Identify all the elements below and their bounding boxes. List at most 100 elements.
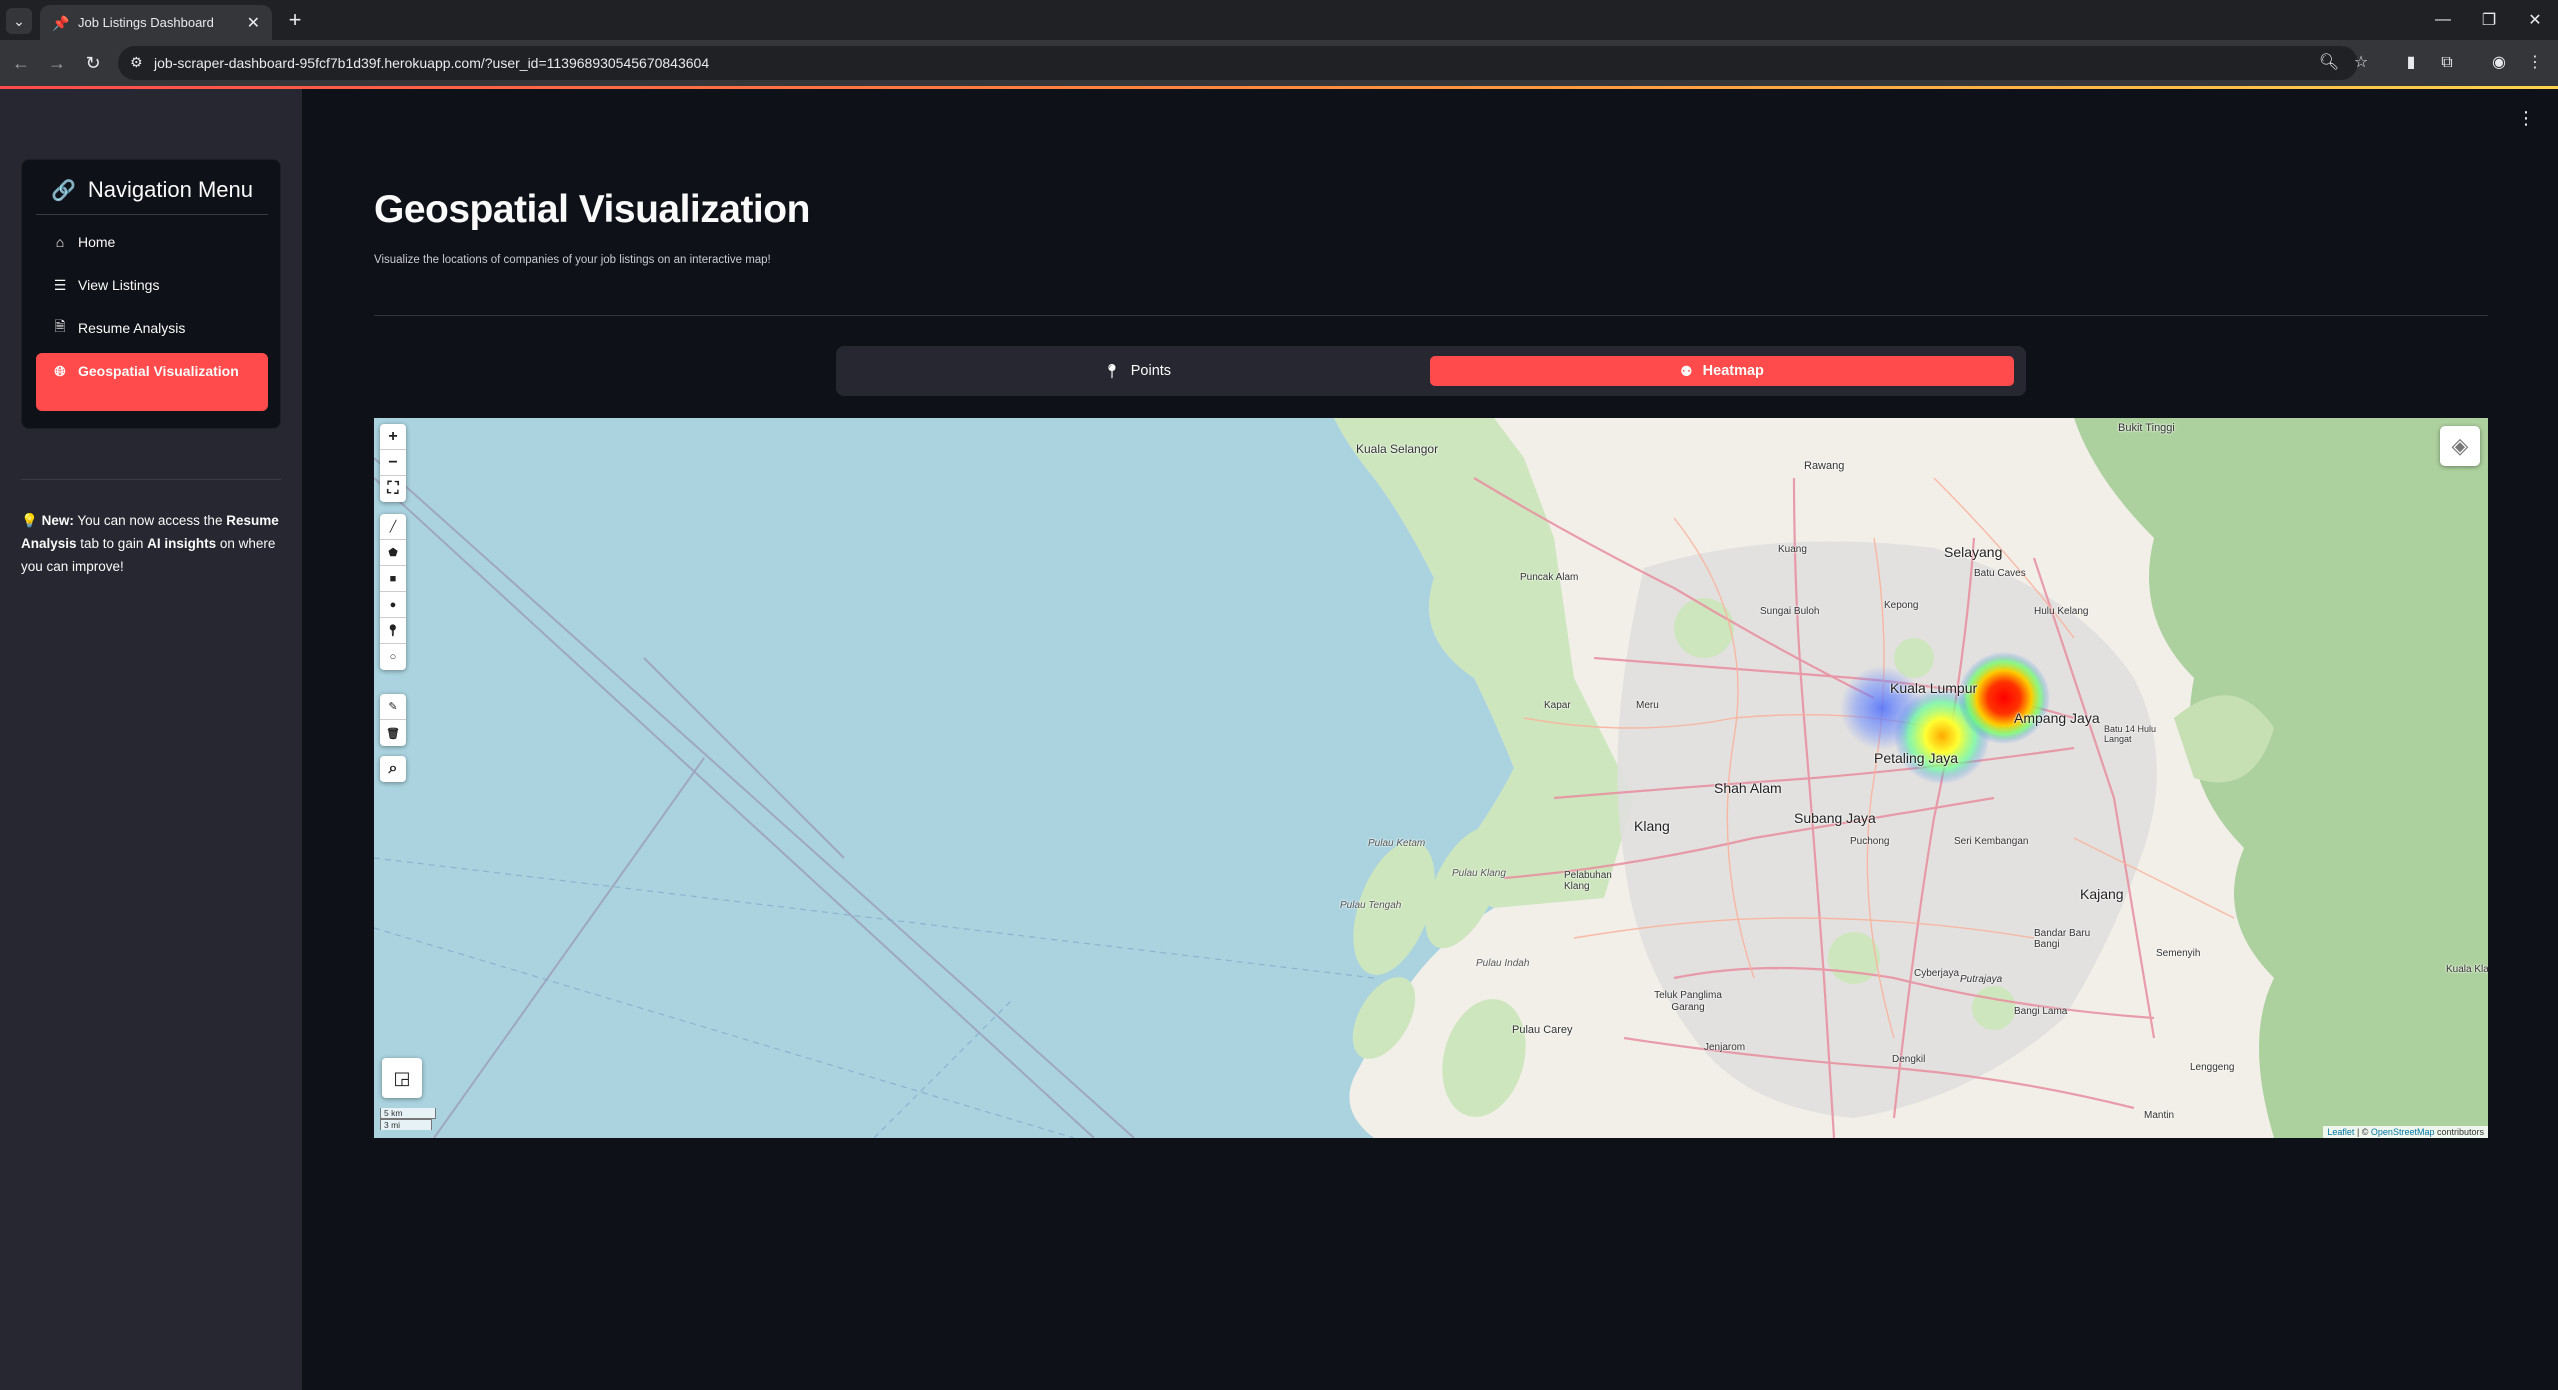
sidebar: 🔗 Navigation Menu ⌂ Home ☰ View Listings… (0, 89, 302, 1390)
reload-icon[interactable]: ↻ (80, 50, 106, 76)
close-window-icon[interactable]: ✕ (2512, 0, 2558, 40)
sidebar-item-view-listings[interactable]: ☰ View Listings (36, 265, 268, 305)
openstreetmap-link[interactable]: OpenStreetMap (2371, 1127, 2435, 1137)
bookmark-star-icon[interactable]: ☆ (2348, 50, 2374, 76)
draw-rectangle-icon[interactable]: ■ (380, 566, 406, 592)
map-label: Klang (1634, 818, 1670, 834)
map-label: Kuang (1778, 544, 1807, 555)
map-label: Shah Alam (1714, 780, 1782, 796)
zoom-in-button[interactable]: + (380, 424, 406, 450)
link-icon: 🔗 (50, 179, 76, 202)
close-tab-icon[interactable]: ✕ (247, 13, 260, 33)
app-menu-icon[interactable]: ⋮ (2516, 108, 2536, 130)
map-label: Subang Jaya (1794, 810, 1876, 826)
tab-title: Job Listings Dashboard (78, 15, 214, 30)
new-tab-icon[interactable]: + (282, 8, 308, 34)
map-label: Hulu Kelang (2034, 606, 2089, 617)
map[interactable]: Kuala Selangor Rawang Bukit Tinggi Selay… (374, 418, 2488, 1138)
map-label: Kajang (2080, 886, 2124, 902)
pin-favicon-icon: 📌 (52, 14, 70, 31)
zoom-icon[interactable]: 🔍︎ (2316, 50, 2342, 76)
map-label: Mantin (2144, 1110, 2175, 1121)
fullscreen-icon[interactable]: ⛶ (380, 476, 406, 502)
minimize-icon[interactable]: — (2420, 0, 2466, 40)
browser-toolbar: ← → ↻ ⚙ job-scraper-dashboard-95fcf7b1d3… (0, 40, 2558, 86)
map-label: Selayang (1944, 544, 2003, 560)
globe-icon: 🌐︎ (54, 363, 66, 379)
draw-toolbar: ╱ ⬟ ■ ● 📍︎ ○ (380, 514, 406, 670)
map-label: Puncak Alam (1520, 572, 1579, 583)
document-icon: 🗎 (54, 318, 66, 334)
geocoder-control: ⌕ (380, 756, 406, 782)
map-label: Petaling Jaya (1874, 750, 1959, 766)
map-label: Puchong (1850, 836, 1890, 847)
profile-avatar-icon[interactable]: ◉ (2486, 50, 2512, 76)
map-label: Sungai Buloh (1760, 606, 1820, 617)
divider (36, 214, 268, 215)
list-icon: ☰ (53, 276, 67, 293)
sidebar-item-home[interactable]: ⌂ Home (36, 222, 268, 262)
map-label: Bukit Tinggi (2118, 422, 2175, 434)
tab-points[interactable]: 📍︎ Points (846, 356, 1428, 386)
forward-icon[interactable]: → (44, 50, 70, 76)
layers-icon[interactable]: ◈ (2440, 426, 2480, 466)
tab-heatmap[interactable]: ⚉ Heatmap (1430, 356, 2014, 386)
sidebar-item-label: Geospatial Visualization (78, 363, 239, 379)
page-subtitle: Visualize the locations of companies of … (374, 254, 771, 266)
draw-circlemarker-icon[interactable]: ○ (380, 644, 406, 670)
draw-polygon-icon[interactable]: ⬟ (380, 540, 406, 566)
navigation-menu-title: 🔗 Navigation Menu (50, 177, 253, 202)
sidebar-item-geospatial-visualization[interactable]: 🌐︎ Geospatial Visualization (36, 353, 268, 411)
map-label: Kapar (1544, 700, 1571, 711)
draw-polyline-icon[interactable]: ╱ (380, 514, 406, 540)
map-label: Cyberjaya (1914, 968, 1960, 979)
map-label: Batu 14 Hulu Langat (2104, 724, 2157, 744)
map-tiles (374, 418, 2488, 1138)
divider (374, 315, 2488, 316)
map-label: Pulau Tengah (1340, 900, 1402, 911)
site-info-icon[interactable]: ⚙ (130, 54, 148, 72)
page-title: Geospatial Visualization (374, 188, 810, 231)
lightbulb-icon: 💡 (21, 513, 38, 528)
tab-search-chevron-icon[interactable]: ⌄ (6, 8, 32, 34)
edit-layers-icon[interactable]: ✎ (380, 694, 406, 720)
map-label: Lenggeng (2190, 1062, 2235, 1073)
map-label: Jenjarom (1704, 1042, 1746, 1053)
map-label: Rawang (1804, 460, 1845, 472)
map-label: Kuala Selangor (1356, 442, 1439, 456)
map-label: Seri Kembangan (1954, 836, 2029, 847)
restore-icon[interactable]: ❐ (2466, 0, 2512, 40)
map-label: Bandar Baru Bangi (2034, 928, 2091, 950)
heatmap-icon: ⚉ (1680, 362, 1693, 379)
extension-icon[interactable]: ▮ (2398, 50, 2424, 76)
browser-menu-icon[interactable]: ⋮ (2522, 50, 2548, 76)
zoom-out-button[interactable]: − (380, 450, 406, 476)
browser-tabbar: ⌄ 📌 Job Listings Dashboard ✕ + — ❐ ✕ (0, 0, 2558, 40)
minimap-toggle-icon[interactable]: ◲ (382, 1058, 422, 1098)
draw-marker-icon[interactable]: 📍︎ (380, 618, 406, 644)
view-mode-tabs: 📍︎ Points ⚉ Heatmap (836, 346, 2026, 396)
map-label: Kepong (1884, 600, 1919, 611)
sidebar-item-label: Home (78, 234, 116, 250)
map-label: Meru (1636, 700, 1659, 711)
zoom-controls: + − ⛶ (380, 424, 406, 502)
extensions-puzzle-icon[interactable]: ⧉ (2434, 50, 2460, 76)
divider (21, 479, 281, 480)
map-label: Teluk Panglima Garang (1654, 990, 1722, 1013)
map-label: Pulau Indah (1476, 958, 1530, 969)
navigation-menu: 🔗 Navigation Menu ⌂ Home ☰ View Listings… (21, 159, 281, 429)
new-feature-note: 💡 New: You can now access the Resume Ana… (21, 513, 279, 574)
draw-circle-icon[interactable]: ● (380, 592, 406, 618)
map-label: Putrajaya (1960, 974, 2003, 985)
sidebar-item-resume-analysis[interactable]: 🗎 Resume Analysis (36, 308, 268, 348)
map-pin-icon: 📍︎ (1102, 362, 1121, 379)
map-label: Ampang Jaya (2014, 710, 2100, 726)
address-bar[interactable]: ⚙ job-scraper-dashboard-95fcf7b1d39f.her… (118, 46, 2358, 80)
leaflet-link[interactable]: Leaflet (2327, 1127, 2354, 1137)
delete-layers-icon[interactable]: 🗑︎ (380, 720, 406, 746)
browser-tab[interactable]: 📌 Job Listings Dashboard ✕ (40, 5, 272, 40)
map-label: Pelabuhan Klang (1564, 870, 1612, 892)
back-icon[interactable]: ← (8, 50, 34, 76)
search-icon[interactable]: ⌕ (380, 756, 406, 782)
map-label: Batu Caves (1974, 568, 2026, 579)
